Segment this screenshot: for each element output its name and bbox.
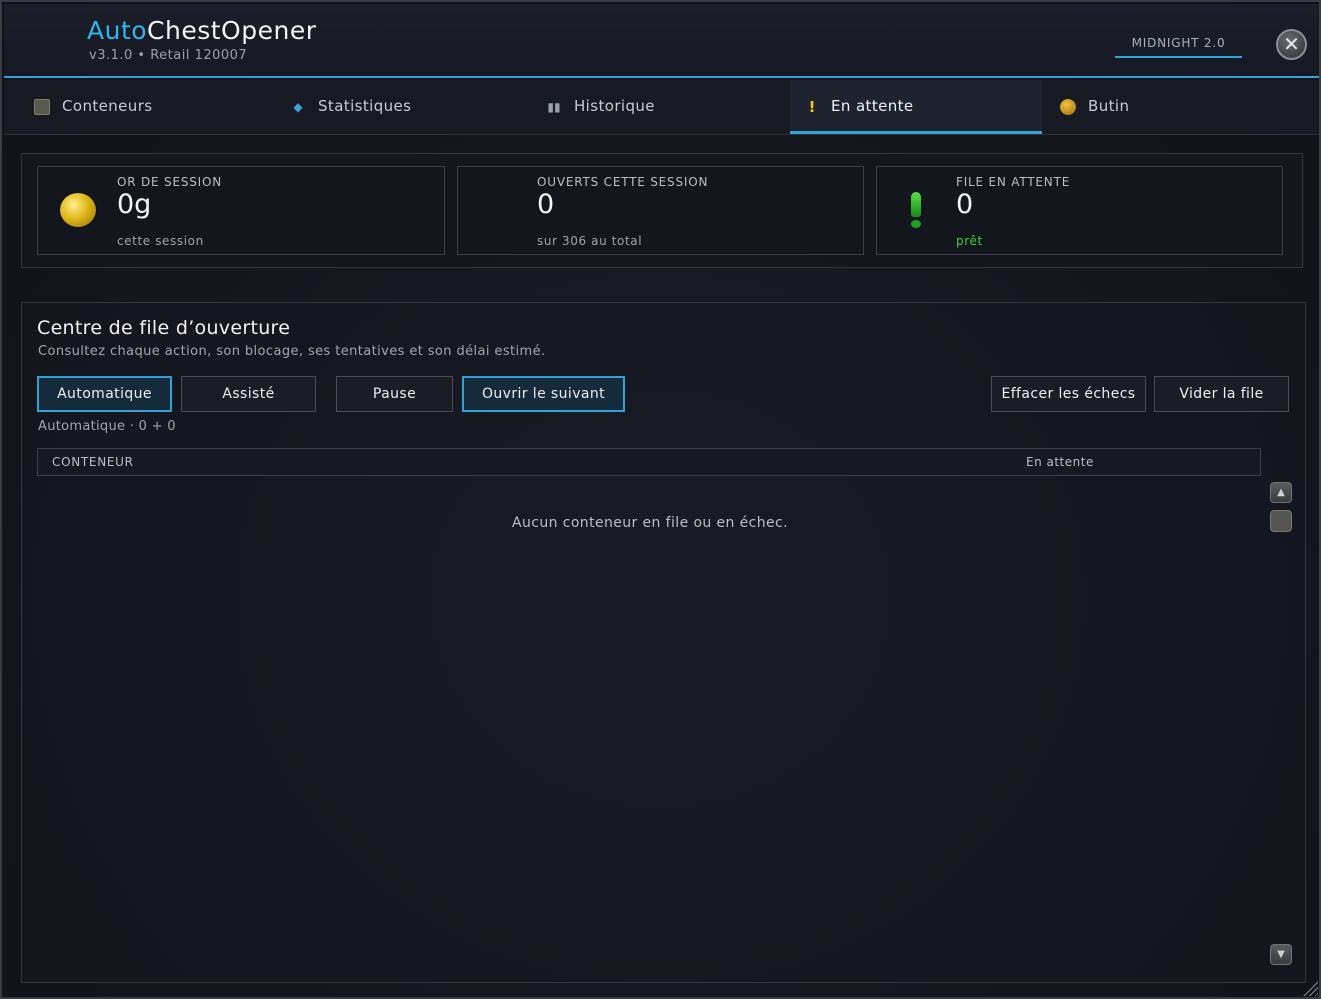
close-icon: ✕ xyxy=(1283,32,1300,56)
scroll-down-icon: ▼ xyxy=(1277,949,1285,960)
assisted-mode-button[interactable]: Assisté xyxy=(181,376,316,412)
scrollbar-thumb[interactable] xyxy=(1270,510,1292,532)
tab-historique[interactable]: ▮▮ Historique xyxy=(516,80,768,134)
tab-bar: Conteneurs ◆ Statistiques ▮▮ Historique … xyxy=(4,80,1319,135)
tab-conteneurs[interactable]: Conteneurs xyxy=(4,80,256,134)
book-icon: ▮▮ xyxy=(547,100,561,114)
tab-en-attente[interactable]: ! En attente xyxy=(790,80,1042,134)
clear-failures-button[interactable]: Effacer les échecs xyxy=(991,376,1146,412)
mode-status: Automatique · 0 + 0 xyxy=(38,419,176,434)
stat-queue: FILE EN ATTENTE 0 prêt xyxy=(876,166,1283,255)
ready-status: prêt xyxy=(956,234,983,248)
app-title: AutoChestOpener xyxy=(87,16,317,45)
chest-icon xyxy=(34,99,50,115)
expansion-badge: MIDNIGHT 2.0 xyxy=(1115,32,1242,58)
queue-table-header: CONTENEUR En attente xyxy=(37,448,1261,476)
stat-session-gold: OR DE SESSION 0g cette session xyxy=(37,166,445,255)
coins-icon xyxy=(1060,99,1076,115)
tab-butin[interactable]: Butin xyxy=(1030,80,1319,134)
exclamation-icon: ! xyxy=(808,98,816,116)
stats-panel: OR DE SESSION 0g cette session OUVERTS C… xyxy=(21,153,1303,268)
pause-button[interactable]: Pause xyxy=(336,376,453,412)
column-status: En attente xyxy=(1026,455,1094,469)
empty-queue-message: Aucun conteneur en file ou en échec. xyxy=(511,515,789,531)
panel-title: Centre de file d’ouverture xyxy=(37,317,291,339)
diamond-icon: ◆ xyxy=(293,100,303,114)
tab-statistiques[interactable]: ◆ Statistiques xyxy=(260,80,512,134)
close-button[interactable]: ✕ xyxy=(1276,29,1307,60)
queue-center-panel: Centre de file d’ouverture Consultez cha… xyxy=(21,302,1306,983)
panel-description: Consultez chaque action, son blocage, se… xyxy=(38,344,546,359)
scroll-up-icon: ▲ xyxy=(1277,487,1285,498)
window-header[interactable]: AutoChestOpener v3.1.0 • Retail 120007 M… xyxy=(4,4,1319,78)
automatic-mode-button[interactable]: Automatique xyxy=(37,376,172,412)
stat-opened-session: OUVERTS CETTE SESSION 0 sur 306 au total xyxy=(457,166,864,255)
scroll-up-button[interactable]: ▲ xyxy=(1270,482,1292,503)
green-exclamation-icon xyxy=(907,190,925,230)
gold-coin-icon xyxy=(60,193,96,227)
open-next-button[interactable]: Ouvrir le suivant xyxy=(462,376,625,412)
column-container: CONTENEUR xyxy=(52,455,134,469)
version-label: v3.1.0 • Retail 120007 xyxy=(89,48,248,63)
empty-queue-button[interactable]: Vider la file xyxy=(1154,376,1289,412)
scroll-down-button[interactable]: ▼ xyxy=(1270,944,1292,965)
addon-window: AutoChestOpener v3.1.0 • Retail 120007 M… xyxy=(0,0,1321,999)
